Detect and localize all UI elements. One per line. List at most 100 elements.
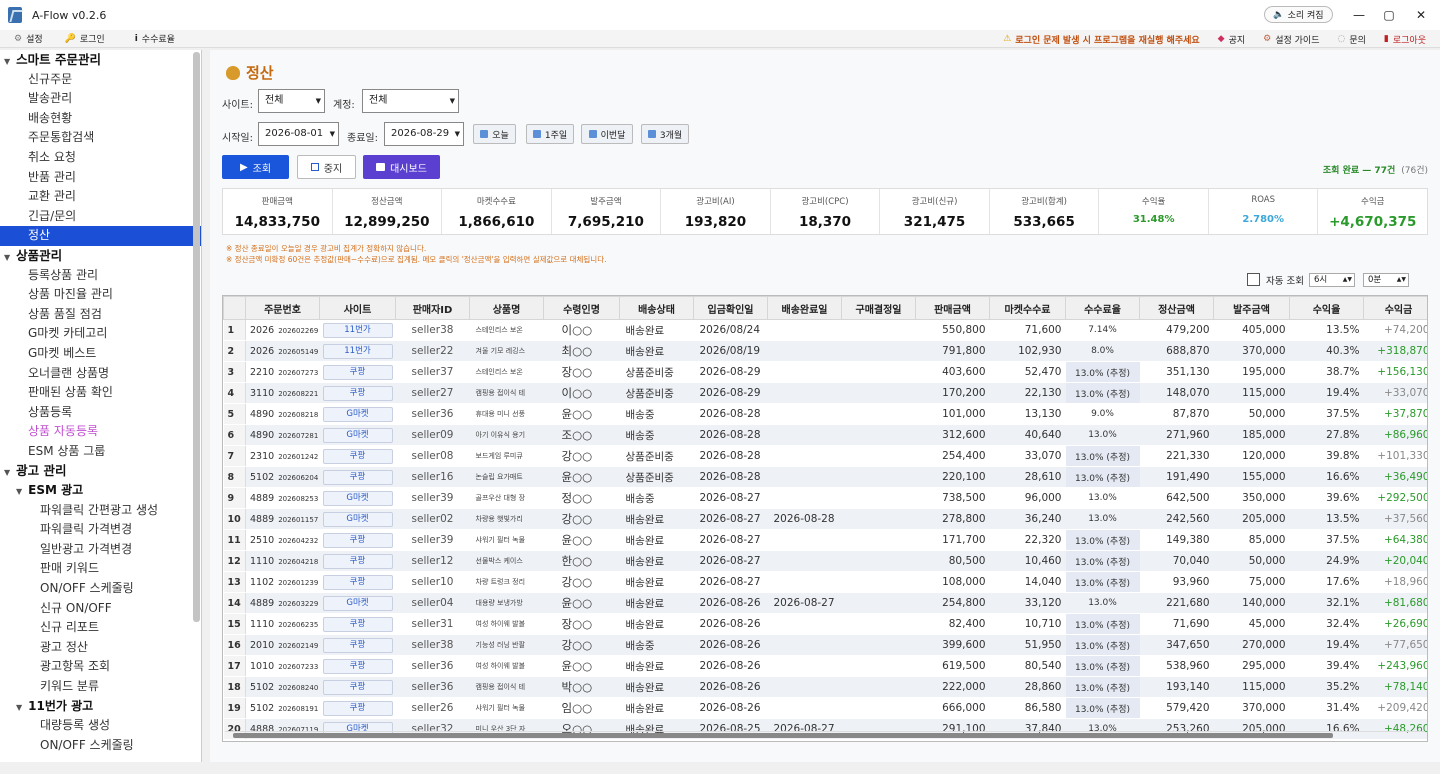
menu-settings[interactable]: ⚙ 설정 — [14, 32, 43, 46]
sidebar-scrollbar[interactable] — [193, 52, 200, 622]
table-row[interactable]: 16 2010 202602149 쿠팡 seller38 기능성 러닝 반팔 강○○ 배송중… — [223, 634, 1427, 656]
sidebar-item[interactable]: 대량등록 생성 — [0, 716, 201, 736]
site-badge[interactable]: 쿠팡 — [322, 616, 393, 632]
sidebar-item[interactable]: 신규 ON/OFF — [0, 599, 201, 619]
sidebar-item[interactable]: ▼ 11번가 광고 — [0, 697, 201, 717]
sidebar-item[interactable]: 광고 정산 — [0, 638, 201, 658]
account-select[interactable]: 전체 ▼ — [362, 89, 459, 113]
site-badge[interactable]: 쿠팡 — [322, 532, 393, 548]
sidebar-item[interactable]: 신규 리포트 — [0, 618, 201, 638]
site-badge[interactable]: G마켓 — [322, 490, 393, 506]
sidebar-item[interactable]: 등록상품 관리 — [0, 266, 201, 286]
site-badge[interactable]: 쿠팡 — [322, 574, 393, 590]
sidebar-item[interactable]: 정산 — [0, 226, 201, 246]
column-header[interactable]: 정산금액 — [1139, 296, 1214, 320]
site-badge[interactable]: 쿠팡 — [322, 448, 393, 464]
close-button[interactable]: ✕ — [1406, 4, 1436, 26]
sidebar-item[interactable]: 판매 키워드 — [0, 559, 201, 579]
menu-notice[interactable]: ◆ 공지 — [1218, 33, 1245, 46]
auto-hour-select[interactable]: 6시 ▲▼ — [1309, 273, 1355, 287]
table-row[interactable]: 1 2026 202602269 11번가 seller38 스테인리스 보온 이○○ 배송완… — [223, 319, 1427, 341]
site-badge[interactable]: G마켓 — [322, 511, 393, 527]
site-badge[interactable]: G마켓 — [322, 595, 393, 611]
column-header[interactable]: 입금확인일 — [693, 296, 768, 320]
sidebar-item[interactable]: ▼ 상품관리 — [0, 246, 201, 266]
table-row[interactable]: 7 2310 202601242 쿠팡 seller08 보드게임 루미큐 강○○ 상품준비중… — [223, 445, 1427, 467]
table-row[interactable]: 3 2210 202607273 쿠팡 seller37 스테인리스 보온 장○○ 상품준비중… — [223, 361, 1427, 383]
sidebar-item[interactable]: G마켓 베스트 — [0, 344, 201, 364]
stop-button[interactable]: 중지 — [297, 155, 356, 179]
sidebar-item[interactable]: 발송관리 — [0, 89, 201, 109]
column-header[interactable]: 수수료율 — [1065, 296, 1140, 320]
sidebar-item[interactable]: ON/OFF 스케줄링 — [0, 736, 201, 756]
column-header[interactable]: 배송상태 — [619, 296, 694, 320]
sidebar-item[interactable]: ▼ 스마트 주문관리 — [0, 50, 201, 70]
sidebar-item[interactable]: 일반광고 가격변경 — [0, 540, 201, 560]
sidebar-item[interactable]: 주문통합검색 — [0, 128, 201, 148]
sidebar-item[interactable]: 파워클릭 간편광고 생성 — [0, 501, 201, 521]
sidebar-item[interactable]: 상품 마진율 관리 — [0, 285, 201, 305]
sidebar-item[interactable]: 취소 요청 — [0, 148, 201, 168]
site-badge[interactable]: 쿠팡 — [322, 700, 393, 716]
sidebar-item[interactable]: 상품등록 — [0, 403, 201, 423]
sidebar-item[interactable]: G마켓 카테고리 — [0, 324, 201, 344]
table-row[interactable]: 15 1110 202606235 쿠팡 seller31 여성 하이웨 발볼 장○○ 배송완… — [223, 613, 1427, 635]
site-badge[interactable]: 쿠팡 — [322, 637, 393, 653]
site-badge[interactable]: 쿠팡 — [322, 385, 393, 401]
sidebar-item[interactable]: ESM 상품 그룹 — [0, 442, 201, 462]
sidebar-item[interactable]: 판매된 상품 확인 — [0, 383, 201, 403]
table-row[interactable]: 5 4890 202608218 G마켓 seller36 휴대용 미니 선풍 윤○○ 배송중… — [223, 403, 1427, 425]
sidebar-item[interactable]: 파워클릭 가격변경 — [0, 520, 201, 540]
site-badge[interactable]: 쿠팡 — [322, 364, 393, 380]
table-row[interactable]: 8 5102 202606204 쿠팡 seller16 논슬립 요가매트 윤○○ 상품준비중… — [223, 466, 1427, 488]
site-badge[interactable]: 쿠팡 — [322, 553, 393, 569]
quick-month-button[interactable]: 이번달 — [581, 124, 633, 144]
site-badge[interactable]: 쿠팡 — [322, 658, 393, 674]
table-row[interactable]: 4 3110 202608221 쿠팡 seller27 캠핑용 접이식 테 이○○ 상품준비… — [223, 382, 1427, 404]
quick-3month-button[interactable]: 3개월 — [641, 124, 689, 144]
sound-toggle-button[interactable]: 🔈 소리 켜짐 — [1264, 6, 1333, 23]
sidebar-item[interactable]: 반품 관리 — [0, 168, 201, 188]
auto-query-checkbox[interactable] — [1247, 273, 1260, 286]
column-header[interactable]: 상품명 — [469, 296, 544, 320]
table-row[interactable]: 6 4890 202607281 G마켓 seller09 아기 이유식 용기 조○○ 배송중… — [223, 424, 1427, 446]
auto-minute-select[interactable]: 0분 ▲▼ — [1363, 273, 1409, 287]
table-row[interactable]: 13 1102 202601239 쿠팡 seller10 차량 트렁크 정리 강○○ 배송완… — [223, 571, 1427, 593]
end-date-picker[interactable]: 2026-08-29 ▼ — [384, 122, 464, 146]
sidebar-item[interactable]: 오너클랜 상품명 — [0, 364, 201, 384]
column-header[interactable]: 배송완료일 — [767, 296, 842, 320]
site-select[interactable]: 전체 ▼ — [258, 89, 325, 113]
site-badge[interactable]: 쿠팡 — [322, 679, 393, 695]
column-header[interactable]: 수익금 — [1363, 296, 1427, 320]
sidebar-item[interactable]: ▼ ESM 광고 — [0, 481, 201, 501]
horizontal-scrollbar-thumb[interactable] — [233, 733, 1333, 738]
start-date-picker[interactable]: 2026-08-01 ▼ — [258, 122, 339, 146]
table-row[interactable]: 18 5102 202608240 쿠팡 seller36 캠핑용 접이식 테 박○○ 배송완… — [223, 676, 1427, 698]
table-row[interactable]: 17 1010 202607233 쿠팡 seller36 여성 하이웨 발볼 윤○○ 배송완… — [223, 655, 1427, 677]
column-header[interactable]: 사이트 — [319, 296, 396, 320]
site-badge[interactable]: G마켓 — [322, 427, 393, 443]
column-header[interactable]: 주문번호 — [245, 296, 320, 320]
column-header[interactable]: 수익율 — [1289, 296, 1364, 320]
sidebar-item[interactable]: ▼ 광고 관리 — [0, 461, 201, 481]
maximize-button[interactable]: ▢ — [1374, 4, 1404, 26]
quick-week-button[interactable]: 1주일 — [526, 124, 574, 144]
sidebar-item[interactable]: 광고항목 조회 — [0, 657, 201, 677]
column-header[interactable]: 수령인명 — [543, 296, 620, 320]
column-header[interactable]: 판매자ID — [395, 296, 470, 320]
table-row[interactable]: 10 4889 202601157 G마켓 seller02 차량용 햇빛가리 강○○ 배송완… — [223, 508, 1427, 530]
horizontal-scrollbar[interactable] — [225, 731, 1425, 739]
minimize-button[interactable]: — — [1344, 4, 1374, 26]
sidebar-item[interactable]: 교환 관리 — [0, 187, 201, 207]
menu-inquiry[interactable]: ◌ 문의 — [1338, 33, 1366, 46]
sidebar-item[interactable]: 신규주문 — [0, 70, 201, 90]
table-row[interactable]: 12 1110 202604218 쿠팡 seller12 선물박스 케이스 한○○ 배송완료… — [223, 550, 1427, 572]
table-row[interactable]: 2 2026 202605149 11번가 seller22 겨울 기모 레깅스 최○○ 배송… — [223, 340, 1427, 362]
sidebar-item[interactable]: 상품 품질 점검 — [0, 305, 201, 325]
site-badge[interactable]: G마켓 — [322, 406, 393, 422]
table-row[interactable]: 14 4889 202603229 G마켓 seller04 대용량 보냉가방 윤○○ 배송완… — [223, 592, 1427, 614]
sidebar-item[interactable]: 배송현황 — [0, 109, 201, 129]
column-header[interactable]: 발주금액 — [1213, 296, 1290, 320]
table-row[interactable]: 19 5102 202608191 쿠팡 seller26 샤워기 필터 녹물 임○○ 배송완… — [223, 697, 1427, 719]
column-header[interactable]: 마켓수수료 — [989, 296, 1066, 320]
